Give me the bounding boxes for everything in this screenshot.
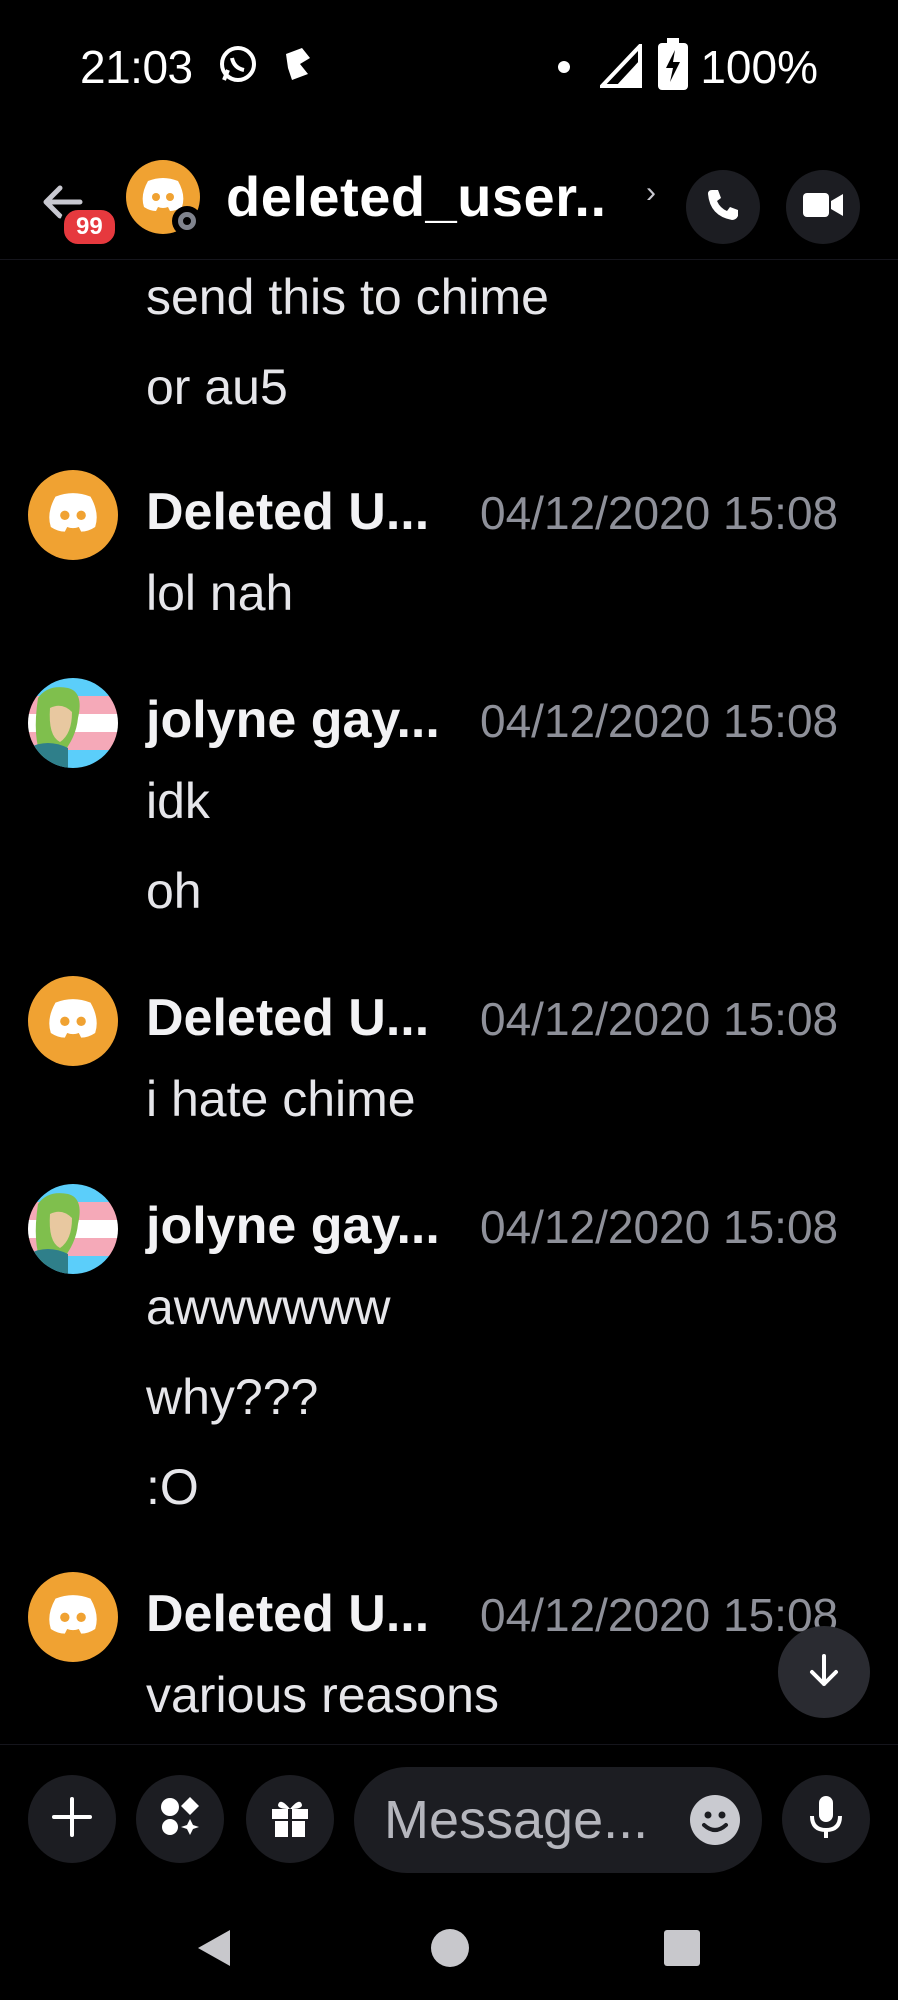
message-group: jolyne gay... 04/12/2020 15:08 — [0, 1184, 898, 1274]
message-text[interactable]: idk — [146, 772, 210, 830]
message-text[interactable]: or au5 — [146, 358, 288, 416]
dot-icon — [558, 60, 570, 78]
author-name[interactable]: Deleted U... — [146, 988, 429, 1048]
microphone-icon — [806, 1794, 846, 1845]
author-name[interactable]: jolyne gay... — [146, 1196, 440, 1256]
message-group: jolyne gay... 04/12/2020 15:08 — [0, 678, 898, 768]
battery-charging-icon — [658, 38, 688, 95]
back-triangle-icon[interactable] — [196, 1928, 232, 1973]
message-text[interactable]: lol nah — [146, 564, 293, 622]
message-text[interactable]: awwwwww — [146, 1278, 390, 1336]
gift-icon — [268, 1795, 312, 1844]
message-composer: Message... — [0, 1744, 898, 1894]
avatar[interactable] — [28, 1184, 118, 1274]
signal-icon — [597, 40, 642, 93]
author-name[interactable]: Deleted U... — [146, 482, 429, 542]
jolyne-avatar-image — [28, 678, 118, 768]
timestamp: 04/12/2020 15:08 — [480, 695, 839, 747]
add-attachment-button[interactable] — [28, 1775, 116, 1863]
system-nav-bar — [0, 1894, 898, 2000]
avatar[interactable] — [28, 976, 118, 1066]
arrow-down-icon — [804, 1650, 844, 1695]
avatar[interactable] — [28, 470, 118, 560]
author-name[interactable]: jolyne gay... — [146, 690, 440, 750]
discord-logo-icon — [46, 492, 100, 539]
recents-square-icon[interactable] — [664, 1930, 700, 1971]
chevron-right-icon[interactable]: › — [646, 176, 656, 210]
status-bar: 21:03 100% — [0, 0, 898, 130]
voice-call-button[interactable] — [686, 170, 760, 244]
message-text[interactable]: why??? — [146, 1368, 318, 1426]
battery-percent: 100% — [700, 41, 818, 93]
status-indicator — [172, 206, 202, 236]
channel-title[interactable]: deleted_user.. — [226, 164, 607, 229]
discord-logo-icon — [46, 1594, 100, 1641]
timestamp: 04/12/2020 15:08 — [480, 1589, 839, 1641]
message-group: Deleted U... 04/12/2020 15:08 — [0, 470, 898, 560]
emoji-icon[interactable] — [690, 1795, 740, 1845]
notification-icon — [280, 44, 316, 89]
timestamp: 04/12/2020 15:08 — [480, 487, 839, 539]
message-input[interactable]: Message... — [354, 1767, 762, 1873]
message-input-placeholder: Message... — [384, 1790, 649, 1850]
jump-to-bottom-button[interactable] — [778, 1626, 870, 1718]
chat-header: 99 deleted_user.. › — [0, 140, 898, 260]
plus-icon — [50, 1795, 94, 1844]
message-text[interactable]: i hate chime — [146, 1070, 416, 1128]
home-circle-icon[interactable] — [430, 1928, 470, 1973]
voice-message-button[interactable] — [782, 1775, 870, 1863]
apps-icon — [157, 1794, 203, 1845]
timestamp: 04/12/2020 15:08 — [480, 1201, 839, 1253]
voice-call-icon — [704, 186, 742, 229]
author-name[interactable]: Deleted U... — [146, 1584, 429, 1644]
message-text[interactable]: send this to chime — [146, 268, 549, 326]
message-text[interactable]: various reasons — [146, 1666, 499, 1724]
message-list[interactable]: send this to chime or au5 Deleted U... 0… — [0, 262, 898, 1742]
video-call-icon — [803, 190, 843, 225]
video-call-button[interactable] — [786, 170, 860, 244]
unread-badge: 99 — [60, 206, 119, 248]
gift-button[interactable] — [246, 1775, 334, 1863]
message-text[interactable]: oh — [146, 862, 202, 920]
status-time: 21:03 — [80, 41, 193, 93]
avatar[interactable] — [28, 1572, 118, 1662]
whatsapp-icon — [218, 44, 258, 89]
message-group: Deleted U... 04/12/2020 15:08 — [0, 1572, 898, 1662]
message-group: Deleted U... 04/12/2020 15:08 — [0, 976, 898, 1066]
jolyne-avatar-image — [28, 1184, 118, 1274]
avatar[interactable] — [28, 678, 118, 768]
timestamp: 04/12/2020 15:08 — [480, 993, 839, 1045]
message-text[interactable]: :O — [146, 1458, 199, 1516]
discord-logo-icon — [46, 998, 100, 1045]
apps-button[interactable] — [136, 1775, 224, 1863]
